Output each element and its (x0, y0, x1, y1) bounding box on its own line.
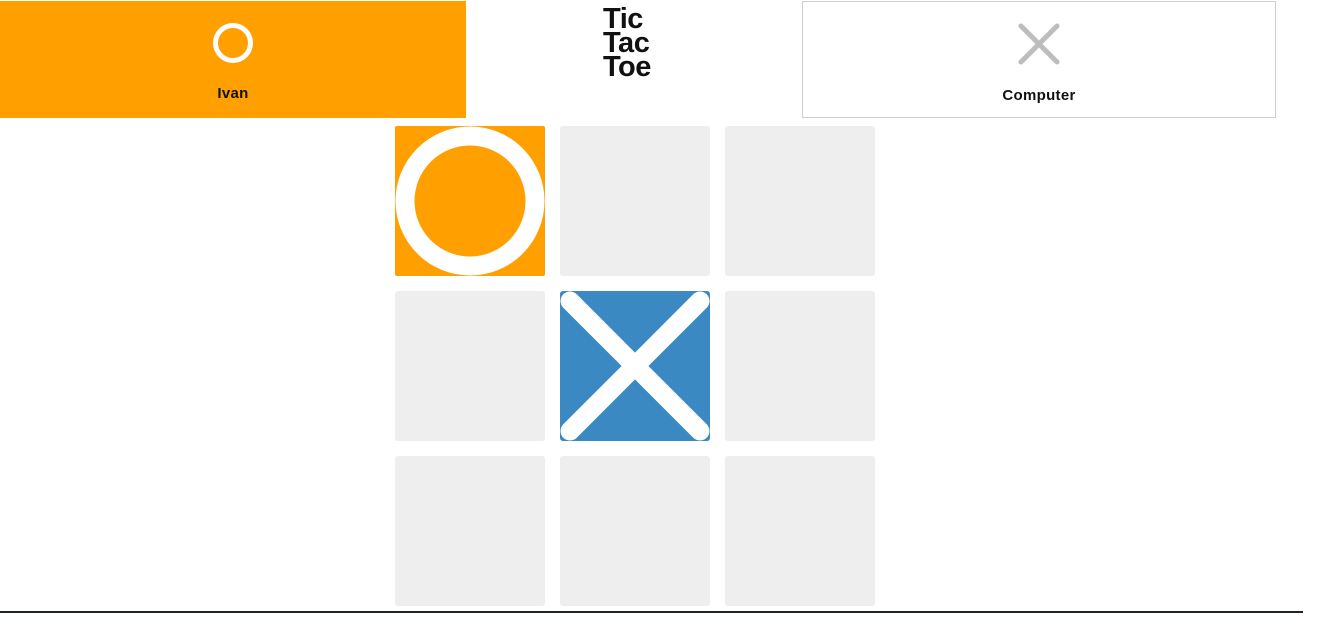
cell-empty[interactable] (560, 126, 710, 276)
player-computer-panel[interactable]: Computer (802, 1, 1276, 118)
o-mark-icon (395, 126, 545, 276)
game-board (395, 126, 875, 606)
cell-empty[interactable] (725, 456, 875, 606)
x-mark-icon (560, 291, 710, 441)
game-screen: Ivan Tic Tac Toe Computer (0, 0, 1325, 625)
cell-empty[interactable] (725, 291, 875, 441)
tic-tac-toe-logo: Tic Tac Toe (603, 5, 673, 83)
cell-empty[interactable] (725, 126, 875, 276)
cell-empty[interactable] (395, 291, 545, 441)
player-name: Computer (1002, 87, 1076, 104)
cell-x[interactable] (560, 291, 710, 441)
player-ivan-panel[interactable]: Ivan (0, 1, 466, 118)
cell-o[interactable] (395, 126, 545, 276)
cell-empty[interactable] (560, 456, 710, 606)
o-icon (211, 21, 255, 65)
cell-empty[interactable] (395, 456, 545, 606)
player-name: Ivan (217, 85, 249, 102)
logo-line: Toe (603, 51, 651, 83)
divider (0, 611, 1303, 613)
x-icon (1017, 22, 1061, 66)
